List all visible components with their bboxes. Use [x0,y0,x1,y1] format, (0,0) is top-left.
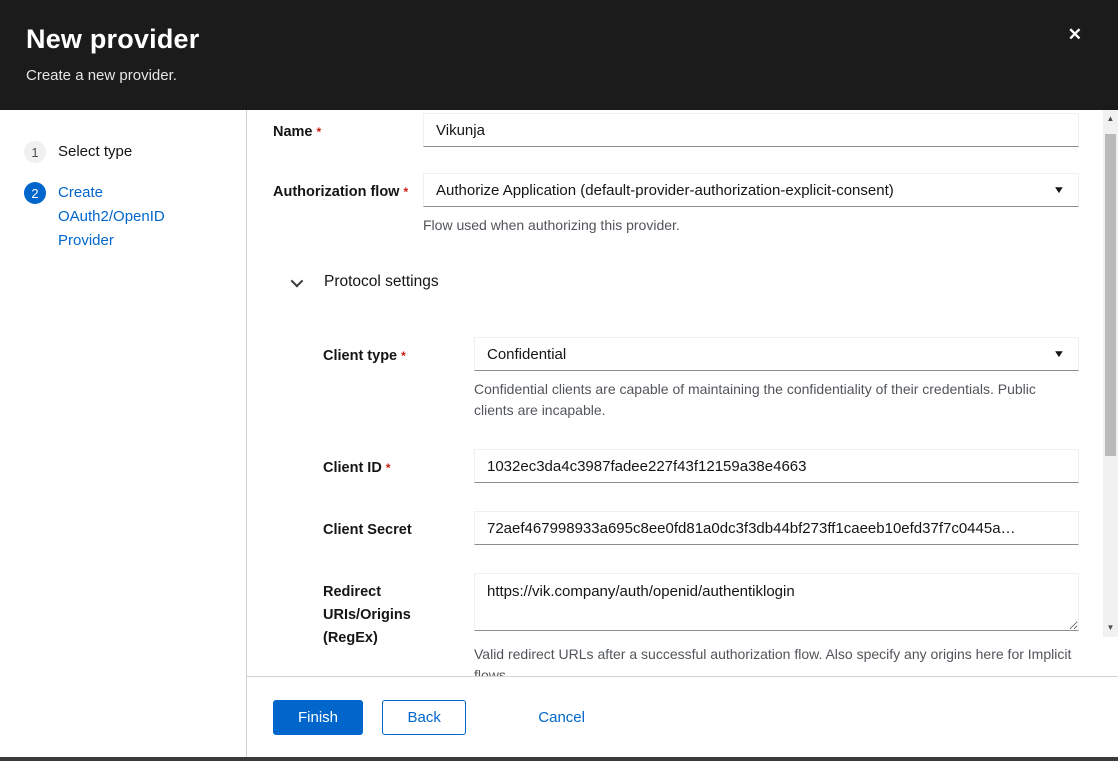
selected-value: Confidential [487,346,566,363]
vertical-scrollbar[interactable]: ▲ ▼ [1103,110,1118,637]
provider-form: Name* Authorization flow* Authorize Appl… [247,110,1118,686]
client-id-input[interactable] [474,449,1079,483]
step-label: Create OAuth2/OpenID Provider [58,181,180,253]
required-indicator: * [403,185,408,199]
redirect-uris-row: Redirect URIs/Origins (RegEx) https://vi… [247,573,1118,686]
wizard-step-create-provider[interactable]: 2 Create OAuth2/OpenID Provider [24,181,246,253]
cancel-button[interactable]: Cancel [534,701,589,734]
chevron-expand-icon [291,274,304,287]
modal-body: 1 Select type 2 Create OAuth2/OpenID Pro… [0,110,1118,761]
selected-value: Authorize Application (default-provider-… [436,182,894,199]
finish-button[interactable]: Finish [273,700,363,735]
page-title: New provider [26,24,1092,55]
new-provider-modal: New provider Create a new provider. ✕ 1 … [0,0,1118,761]
scrollbar-thumb[interactable] [1105,134,1116,456]
name-input[interactable] [423,113,1079,147]
client-type-help: Confidential clients are capable of main… [474,379,1079,421]
chevron-down-icon: ▼ [1053,349,1066,360]
wizard-content: Name* Authorization flow* Authorize Appl… [247,110,1118,761]
wizard-step-select-type[interactable]: 1 Select type [24,140,246,164]
chevron-down-icon: ▼ [1053,185,1066,196]
authorization-flow-label: Authorization flow* [273,173,423,236]
client-type-select[interactable]: Confidential ▼ [474,337,1079,371]
client-secret-row: Client Secret [247,511,1118,545]
client-type-row: Client type* Confidential ▼ Confidential… [247,337,1118,421]
redirect-uris-label: Redirect URIs/Origins (RegEx) [323,573,474,686]
client-secret-input[interactable] [474,511,1079,545]
authorization-flow-help: Flow used when authorizing this provider… [423,215,1079,236]
redirect-uris-textarea[interactable]: https://vik.company/auth/openid/authenti… [474,573,1079,631]
wizard-footer: Finish Back Cancel [247,676,1118,761]
close-icon[interactable]: ✕ [1068,26,1082,43]
back-button[interactable]: Back [382,700,465,735]
page-subtitle: Create a new provider. [26,67,1092,84]
step-number-badge: 1 [24,141,46,163]
authorization-flow-row: Authorization flow* Authorize Applicatio… [247,173,1118,236]
window-bottom-edge [0,757,1118,761]
scroll-down-icon[interactable]: ▼ [1103,621,1118,635]
client-type-label: Client type* [323,337,474,421]
authorization-flow-select[interactable]: Authorize Application (default-provider-… [423,173,1079,207]
client-id-row: Client ID* [247,449,1118,483]
name-row: Name* [247,113,1118,147]
step-label: Select type [58,140,132,164]
required-indicator: * [386,461,391,475]
step-number-badge: 2 [24,182,46,204]
client-id-label: Client ID* [323,449,474,483]
name-label: Name* [273,113,423,147]
required-indicator: * [401,349,406,363]
modal-header: New provider Create a new provider. ✕ [0,0,1118,110]
scroll-up-icon[interactable]: ▲ [1103,112,1118,126]
protocol-settings-title: Protocol settings [324,273,439,291]
client-secret-label: Client Secret [323,511,474,545]
wizard-sidebar: 1 Select type 2 Create OAuth2/OpenID Pro… [0,110,247,761]
required-indicator: * [317,125,322,139]
protocol-settings-toggle[interactable]: Protocol settings [247,273,1118,291]
